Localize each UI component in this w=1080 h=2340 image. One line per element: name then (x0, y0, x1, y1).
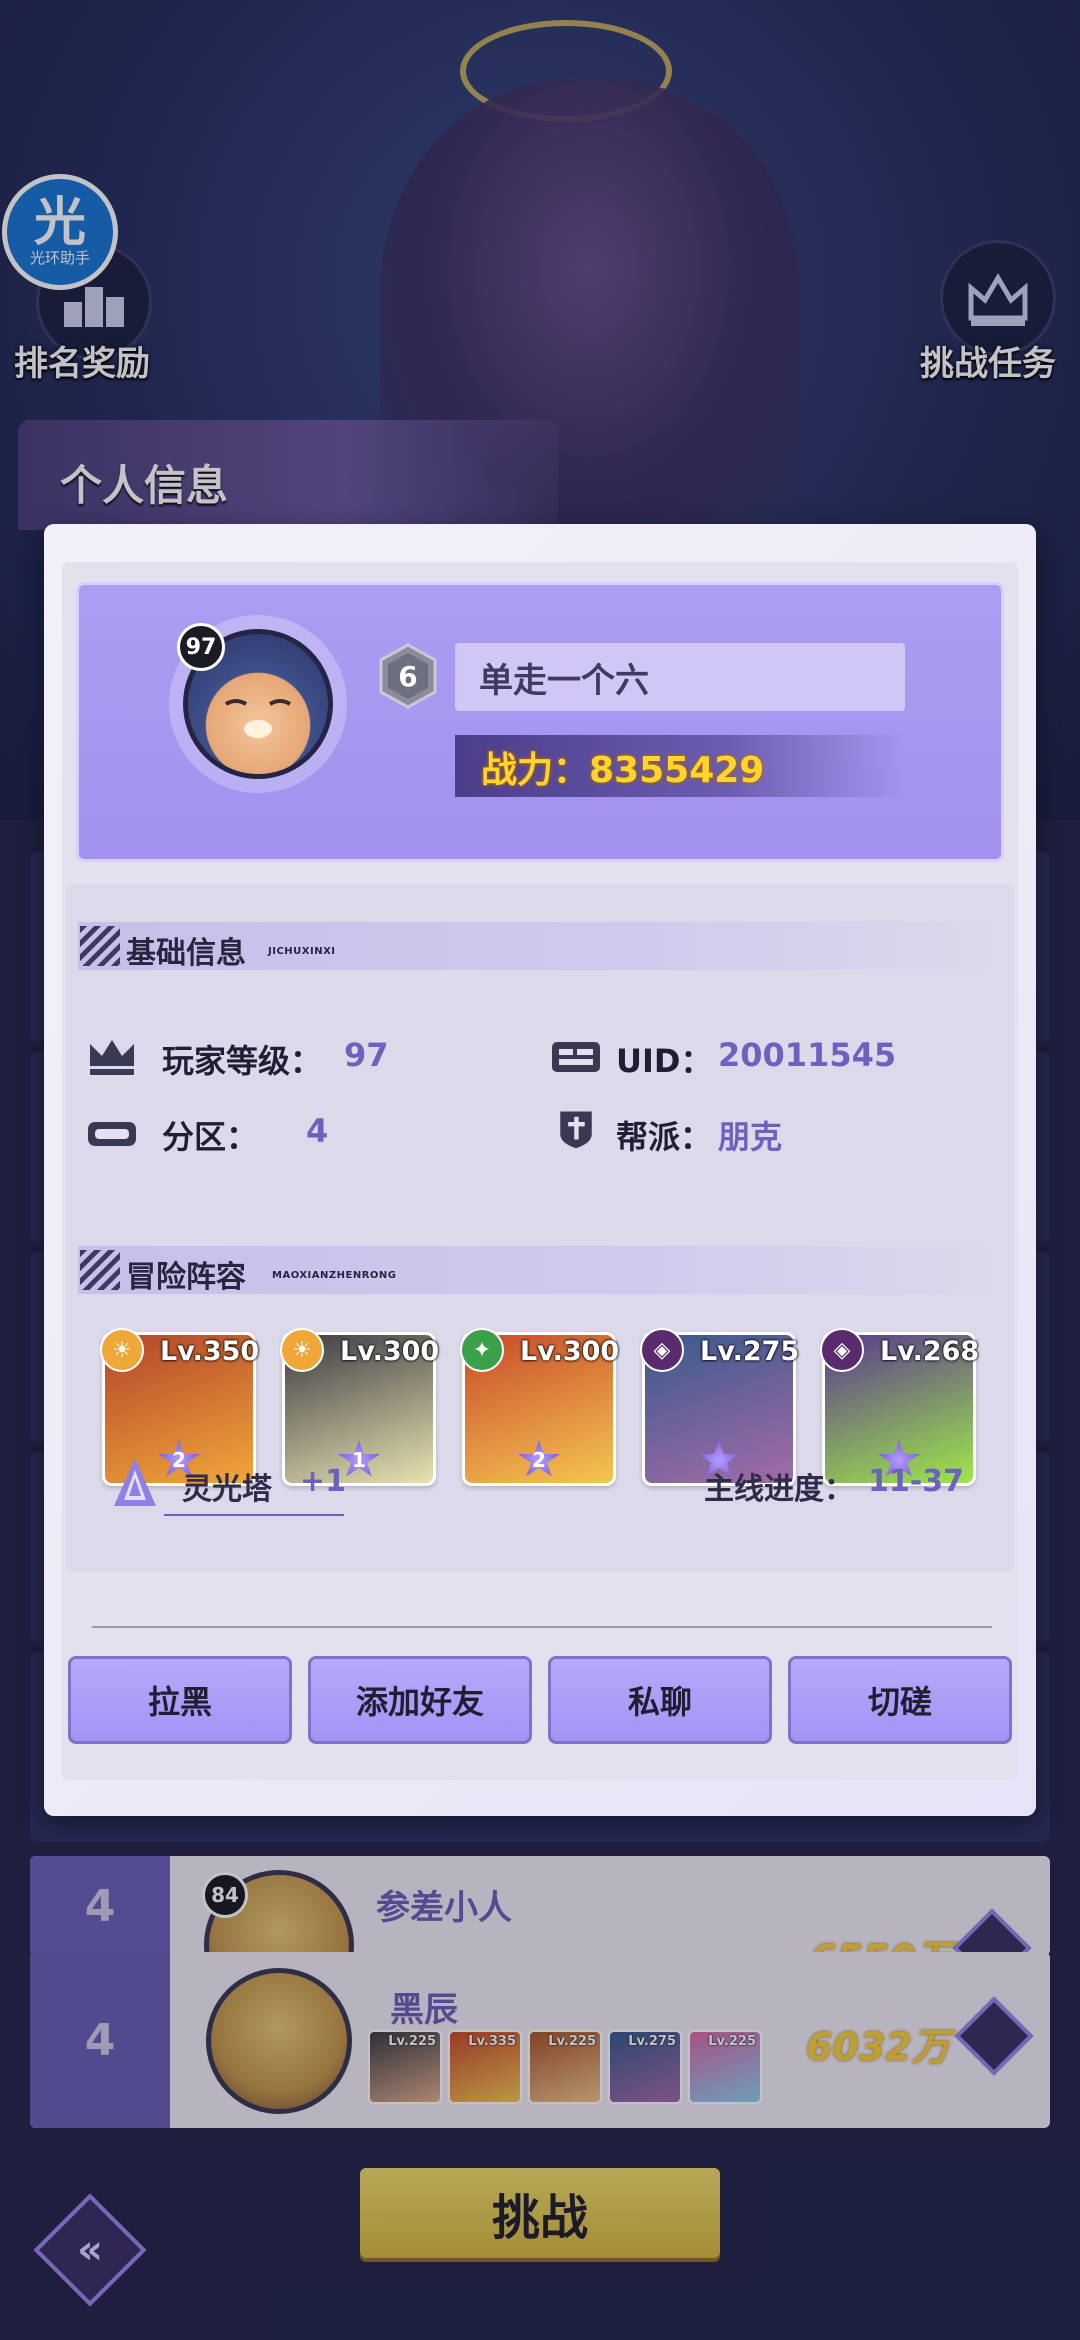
hero-level: Lv.275 (700, 1336, 800, 1367)
stripes-icon (80, 926, 120, 966)
uid-label: UID： (616, 1042, 713, 1080)
block-button[interactable]: 拉黑 (68, 1656, 292, 1744)
divider (92, 1626, 992, 1628)
lineup-title: 冒险阵容 (126, 1260, 246, 1295)
hero-level: Lv.350 (160, 1336, 260, 1367)
hero-level: Lv.300 (520, 1336, 620, 1367)
void-element-icon: ◈ (640, 1328, 684, 1372)
player-power: 战力：8355429 (481, 750, 765, 791)
basic-info-subtitle: JICHUXINXI (268, 946, 336, 957)
uid-value: 20011545 (718, 1036, 897, 1074)
light-tower-underline (164, 1514, 344, 1516)
guild-label: 帮派： (616, 1118, 713, 1156)
light-tower-icon (114, 1458, 156, 1506)
lineup-subtitle: MAOXIANZHENRONG (272, 1270, 397, 1281)
zone-label: 分区： (162, 1118, 259, 1156)
spar-button[interactable]: 切磋 (788, 1656, 1012, 1744)
hero-level: Lv.300 (340, 1336, 440, 1367)
player-level-label: 玩家等级： (162, 1042, 323, 1080)
player-info-modal: 97 6 单走一个六 战力：8355429 基础信息 JICHUXINXI 玩家… (44, 524, 1036, 1816)
sun-element-icon: ☀ (280, 1328, 324, 1372)
private-chat-button[interactable]: 私聊 (548, 1656, 772, 1744)
hero-level: Lv.268 (880, 1336, 980, 1367)
shield-sword-icon (560, 1111, 592, 1149)
light-tower-label[interactable]: 灵光塔 (182, 1464, 272, 1508)
player-name: 单走一个六 (479, 661, 649, 701)
main-progress-value: 11-37 (868, 1464, 964, 1499)
void-element-icon: ◈ (820, 1328, 864, 1372)
crown-icon (90, 1040, 134, 1075)
basic-info-title: 基础信息 (126, 936, 246, 971)
main-progress-label: 主线进度： (704, 1472, 854, 1507)
avatar-level-badge: 97 (177, 623, 225, 671)
add-friend-button[interactable]: 添加好友 (308, 1656, 532, 1744)
id-card-icon (552, 1042, 600, 1072)
server-icon (88, 1122, 136, 1146)
player-level-value: 97 (344, 1036, 389, 1074)
leaf-element-icon: ✦ (460, 1328, 504, 1372)
profile-card: 97 6 单走一个六 战力：8355429 (76, 582, 1004, 862)
light-tower-bonus: +1 (300, 1464, 347, 1499)
sun-element-icon: ☀ (100, 1328, 144, 1372)
guild-value[interactable]: 朋克 (718, 1112, 782, 1158)
zone-value: 4 (306, 1112, 329, 1150)
rank-badge-number: 6 (398, 659, 418, 693)
stripes-icon (80, 1250, 120, 1290)
